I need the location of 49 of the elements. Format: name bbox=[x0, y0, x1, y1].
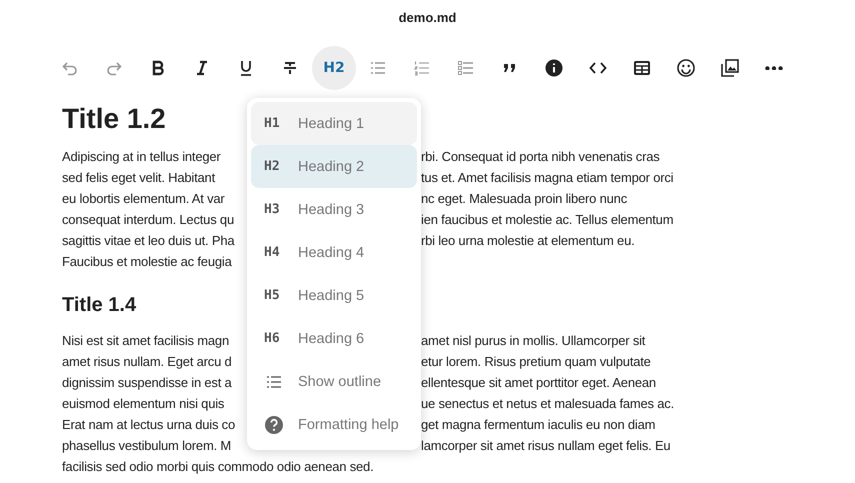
paragraph-text: sed felis eget velit. Habitant bbox=[62, 169, 216, 187]
paragraph-text: nc eget. Malesuada proin libero nunc bbox=[421, 190, 627, 208]
menu-item[interactable]: H4 Heading 4 bbox=[251, 231, 417, 274]
paragraph-text: amet risus nullam. Eget arcu d bbox=[62, 353, 233, 371]
smiley-icon bbox=[676, 58, 696, 78]
paragraph-text: tus et. Amet facilisis magna etiam tempor orci bbox=[421, 169, 674, 187]
heading-level-label: H2 bbox=[264, 159, 281, 174]
menu-item[interactable]: H6 Heading 6 bbox=[251, 317, 417, 360]
paragraph-text: Adipiscing at in tellus integer bbox=[62, 148, 222, 166]
heading-level-label: H4 bbox=[264, 245, 281, 260]
paragraph-text: Nisi est sit amet facilisis magn bbox=[62, 332, 230, 350]
paragraph-text: eu lobortis elementum. At var bbox=[62, 190, 226, 208]
help-icon bbox=[264, 414, 284, 434]
heading-level-label: H6 bbox=[264, 331, 281, 346]
heading-button[interactable]: H2 bbox=[312, 46, 356, 90]
paragraph-text: rbi. Consequat id porta nibh venenatis cras bbox=[421, 148, 660, 166]
menu-item[interactable]: H2 Heading 2 bbox=[251, 145, 417, 188]
section-heading: Title 1.4 bbox=[62, 293, 136, 318]
paragraph-text: get magna fermentum iaculis eu non diam bbox=[421, 416, 656, 434]
info-icon bbox=[544, 58, 564, 78]
heading-level-label: H1 bbox=[264, 116, 281, 131]
more-icon bbox=[765, 66, 783, 70]
paragraph-text: consequat interdum. Lectus qu bbox=[62, 211, 235, 229]
paragraph-text: dignissim suspendisse in est a bbox=[62, 374, 233, 392]
document-title: Title 1.2 bbox=[62, 102, 166, 136]
paragraph-text: phasellus vestibulum lorem. M bbox=[62, 437, 232, 455]
paragraph-text: ellentesque sit amet porttitor eget. Aenean bbox=[421, 374, 656, 392]
paragraph-text: etur lorem. Risus pretium quam vulputate bbox=[421, 353, 651, 371]
window-title: demo.md bbox=[398, 9, 458, 27]
paragraph-text: euismod elementum nisi quis bbox=[62, 395, 226, 413]
paragraph-text: lamcorper sit amet risus nullam eget felis. Eu bbox=[421, 437, 670, 455]
heading-level-label: H3 bbox=[264, 202, 281, 217]
paragraph-text: rbi leo urna molestie at elementum eu. bbox=[421, 232, 635, 250]
heading-level-label: H5 bbox=[264, 288, 281, 303]
table-icon bbox=[632, 58, 652, 78]
paragraph-text: Faucibus et molestie ac feugia bbox=[62, 254, 232, 269]
paragraph-text: sagittis vitae et leo duis ut. Pha bbox=[62, 232, 236, 250]
menu-item[interactable]: H1 Heading 1 bbox=[251, 102, 417, 145]
paragraph-text: Erat nam at lectus urna duis co bbox=[62, 416, 236, 434]
checklist-icon bbox=[456, 58, 476, 78]
paragraph-text: amet nisl purus in mollis. Ullamcorper sit bbox=[421, 332, 646, 350]
menu-item[interactable]: H5 Heading 5 bbox=[251, 274, 417, 317]
paragraph-text: facilisis sed odio morbi quis commodo odio aenean sed. bbox=[62, 459, 374, 474]
menu-item[interactable]: H3 Heading 3 bbox=[251, 188, 417, 231]
paragraph-text: ue senectus et netus et malesuada fames ac. bbox=[421, 395, 674, 413]
paragraph-text: ien faucibus et molestie ac. Tellus elementum bbox=[421, 211, 674, 229]
menu-item[interactable]: Formatting help bbox=[251, 403, 417, 446]
menu-item[interactable]: Show outline bbox=[251, 360, 417, 403]
image-icon bbox=[720, 58, 740, 78]
